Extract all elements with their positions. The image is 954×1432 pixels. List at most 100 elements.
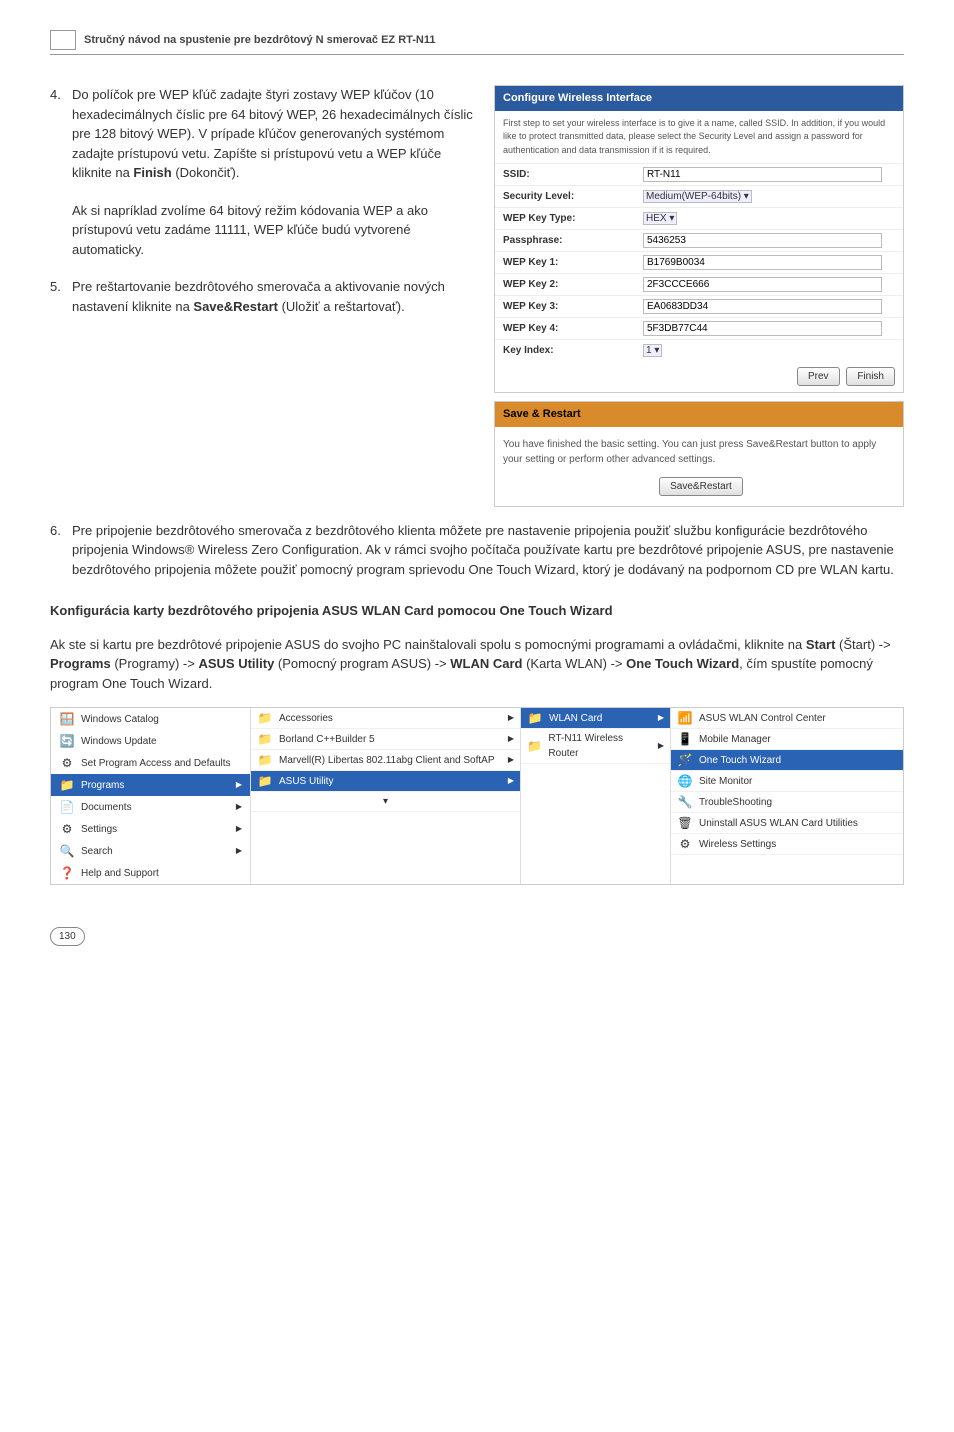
menu-item-search[interactable]: 🔍Search▶ <box>51 840 250 862</box>
save-restart-panel: Save & Restart You have finished the bas… <box>494 401 904 507</box>
passphrase-label: Passphrase: <box>503 233 643 248</box>
key-index-select[interactable]: 1 ▾ <box>643 344 662 357</box>
step-number: 4. <box>50 85 72 183</box>
menu-label: WLAN Card <box>549 711 602 726</box>
menu-item-more[interactable]: ▾ <box>251 792 520 812</box>
settings-icon: ⚙ <box>59 821 75 837</box>
menu-item-wlan-card[interactable]: 📁WLAN Card▶ <box>521 708 670 729</box>
menu-item-asus-utility[interactable]: 📁ASUS Utility▶ <box>251 771 520 792</box>
page-header: Stručný návod na spustenie pre bezdrôtov… <box>50 30 904 55</box>
menu-label: Site Monitor <box>699 774 752 789</box>
text-bold: One Touch Wizard <box>626 656 739 671</box>
step-5: 5. Pre reštartovanie bezdrôtového smerov… <box>50 277 474 316</box>
menu-item-uninstall[interactable]: 🗑Uninstall ASUS WLAN Card Utilities <box>671 813 903 834</box>
menu-label: Programs <box>81 778 124 793</box>
save-restart-button[interactable]: Save&Restart <box>659 477 743 496</box>
step-4-note: Ak si napríklad zvolíme 64 bitový režim … <box>72 201 474 260</box>
menu-item-wireless-settings[interactable]: ⚙Wireless Settings <box>671 834 903 855</box>
menu-label: TroubleShooting <box>699 795 772 810</box>
text-bold: Start <box>806 637 836 652</box>
step-number: 5. <box>50 277 72 316</box>
step-4: 4. Do políčok pre WEP kľúč zadajte štyri… <box>50 85 474 183</box>
folder-icon: 📁 <box>527 710 543 726</box>
text: (Karta WLAN) -> <box>522 656 626 671</box>
menu-label: Wireless Settings <box>699 837 776 852</box>
section-heading: Konfigurácia karty bezdrôtového pripojen… <box>50 601 904 621</box>
wep-key-4-input[interactable] <box>643 321 882 336</box>
menu-item-help[interactable]: ❓Help and Support <box>51 862 250 884</box>
menu-label: Uninstall ASUS WLAN Card Utilities <box>699 816 858 831</box>
programs-icon: 📁 <box>59 777 75 793</box>
panel-intro: You have finished the basic setting. You… <box>503 437 895 467</box>
help-icon: ❓ <box>59 865 75 881</box>
menu-item-windows-catalog[interactable]: 🪟Windows Catalog <box>51 708 250 730</box>
start-menu-left-column: 🪟Windows Catalog 🔄Windows Update ⚙Set Pr… <box>51 708 251 884</box>
finish-button[interactable]: Finish <box>846 367 895 386</box>
start-menu-wlan-submenu: 📶ASUS WLAN Control Center 📱Mobile Manage… <box>671 708 903 884</box>
folder-icon: 📁 <box>257 731 273 747</box>
menu-item-windows-update[interactable]: 🔄 Windows Update <box>51 730 250 752</box>
step-body: Pre pripojenie bezdrôtového smerovača z … <box>72 521 904 580</box>
wep-key-1-input[interactable] <box>643 255 882 270</box>
tools-icon: 🔧 <box>677 794 693 810</box>
folder-icon: 📁 <box>257 752 273 768</box>
arrow-right-icon: ▶ <box>508 733 514 745</box>
arrow-right-icon: ▶ <box>508 775 514 787</box>
update-icon: 🔄 <box>59 733 75 749</box>
menu-item-control-center[interactable]: 📶ASUS WLAN Control Center <box>671 708 903 729</box>
wep-key-3-input[interactable] <box>643 299 882 314</box>
wep-key-2-input[interactable] <box>643 277 882 292</box>
menu-item-troubleshooting[interactable]: 🔧 TroubleShooting <box>671 792 903 813</box>
security-level-select[interactable]: Medium(WEP-64bits) ▾ <box>643 190 752 203</box>
wep-key-type-label: WEP Key Type: <box>503 211 643 226</box>
panel-title: Save & Restart <box>495 402 903 427</box>
chevron-down-icon: ▾ <box>383 794 388 809</box>
menu-item-one-touch-wizard[interactable]: 🪄 One Touch Wizard <box>671 750 903 771</box>
documents-icon: 📄 <box>59 799 75 815</box>
wep-key-1-label: WEP Key 1: <box>503 255 643 270</box>
paragraph: Ak ste si kartu pre bezdrôtové pripojeni… <box>50 635 904 694</box>
menu-label: Search <box>81 844 113 859</box>
menu-item-mobile-manager[interactable]: 📱Mobile Manager <box>671 729 903 750</box>
text: (Dokončiť). <box>172 165 240 180</box>
arrow-right-icon: ▶ <box>658 740 664 752</box>
wizard-icon: 🪄 <box>677 752 693 768</box>
menu-item-programs[interactable]: 📁 Programs ▶ <box>51 774 250 796</box>
logo-icon <box>50 30 76 50</box>
wep-key-type-select[interactable]: HEX ▾ <box>643 212 677 225</box>
menu-label: Mobile Manager <box>699 732 771 747</box>
passphrase-input[interactable] <box>643 233 882 248</box>
menu-item-borland[interactable]: 📁Borland C++Builder 5▶ <box>251 729 520 750</box>
text: (Uložiť a reštartovať). <box>278 299 405 314</box>
arrow-right-icon: ▶ <box>508 712 514 724</box>
step-6: 6. Pre pripojenie bezdrôtového smerovača… <box>50 521 904 580</box>
prev-button[interactable]: Prev <box>797 367 840 386</box>
menu-item-marvell[interactable]: 📁Marvell(R) Libertas 802.11abg Client an… <box>251 750 520 771</box>
text-bold: Programs <box>50 656 111 671</box>
menu-label: Windows Update <box>81 734 157 749</box>
menu-item-documents[interactable]: 📄 Documents ▶ <box>51 796 250 818</box>
menu-label: Set Program Access and Defaults <box>81 756 231 771</box>
menu-label: RT-N11 Wireless Router <box>548 731 651 761</box>
menu-item-settings[interactable]: ⚙Settings▶ <box>51 818 250 840</box>
menu-item-accessories[interactable]: 📁Accessories▶ <box>251 708 520 729</box>
start-menu-asus-submenu: 📁WLAN Card▶ 📁RT-N11 Wireless Router▶ <box>521 708 671 884</box>
menu-item-site-monitor[interactable]: 🌐 Site Monitor <box>671 771 903 792</box>
configure-wireless-panel: Configure Wireless Interface First step … <box>494 85 904 393</box>
text: (Štart) -> <box>835 637 890 652</box>
menu-label: Documents <box>81 800 132 815</box>
arrow-right-icon: ▶ <box>236 801 242 813</box>
text-bold: WLAN Card <box>450 656 522 671</box>
monitor-icon: 🌐 <box>677 773 693 789</box>
start-menu-screenshot: 🪟Windows Catalog 🔄Windows Update ⚙Set Pr… <box>50 707 904 885</box>
ssid-input[interactable] <box>643 167 882 182</box>
arrow-right-icon: ▶ <box>236 779 242 791</box>
folder-icon: 📁 <box>257 773 273 789</box>
arrow-right-icon: ▶ <box>508 754 514 766</box>
menu-label: One Touch Wizard <box>699 753 781 768</box>
wep-key-2-label: WEP Key 2: <box>503 277 643 292</box>
text: (Pomocný program ASUS) -> <box>274 656 450 671</box>
menu-item-router[interactable]: 📁RT-N11 Wireless Router▶ <box>521 729 670 764</box>
wep-key-3-label: WEP Key 3: <box>503 299 643 314</box>
menu-item-program-defaults[interactable]: ⚙Set Program Access and Defaults <box>51 752 250 774</box>
